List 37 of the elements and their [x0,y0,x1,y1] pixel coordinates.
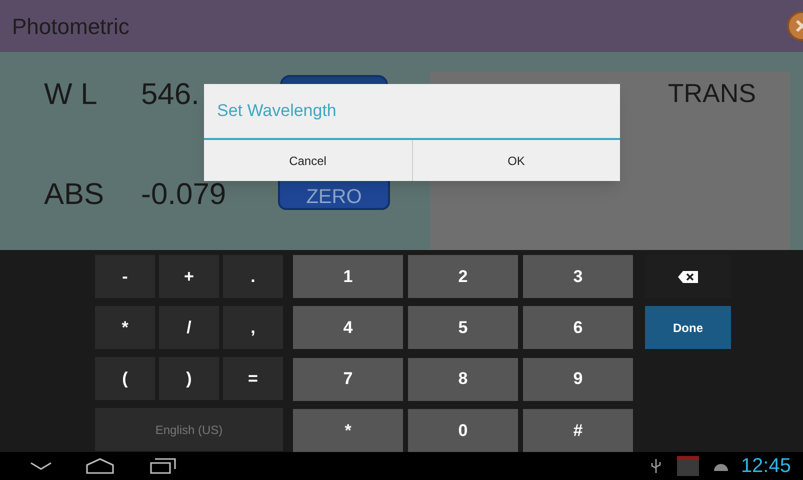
key[interactable]: 3 [523,255,633,298]
notification-icon [676,456,699,476]
key[interactable]: 5 [408,306,518,350]
key[interactable]: + [159,255,219,298]
key[interactable]: , [223,306,283,349]
backspace-icon [678,270,698,282]
key[interactable]: 1 [293,255,403,298]
mode-label: TRANS [668,77,756,110]
key[interactable]: # [523,408,633,452]
key[interactable]: ) [159,357,219,400]
key[interactable]: 0 [408,408,518,452]
key[interactable]: . [223,255,283,298]
key[interactable]: ( [95,357,155,400]
reading-label: W L [44,78,98,112]
done-key[interactable]: Done [645,306,731,349]
reading-value: -0.079 [141,178,226,212]
usb-icon [650,459,661,473]
key[interactable]: = [223,357,283,400]
key[interactable]: 4 [293,306,403,350]
home-icon[interactable] [86,458,114,474]
key[interactable]: 9 [523,358,633,400]
key[interactable]: / [159,306,219,349]
dialog-button[interactable]: OK [412,140,620,181]
recent-apps-icon[interactable] [150,458,176,474]
window-title: Photometric [12,12,130,40]
key[interactable]: - [95,255,155,298]
clock: 12:45 [740,454,791,479]
reading-label: ABS [44,178,104,212]
dialog-title: Set Wavelength [217,100,336,122]
key[interactable]: 2 [408,255,518,298]
key[interactable]: 8 [408,358,518,400]
key[interactable]: * [95,306,155,349]
reading-value: 546. [141,78,200,112]
key[interactable]: 7 [293,358,403,400]
key[interactable]: 6 [523,306,633,350]
key[interactable]: * [293,408,403,452]
back-icon[interactable] [30,461,52,471]
